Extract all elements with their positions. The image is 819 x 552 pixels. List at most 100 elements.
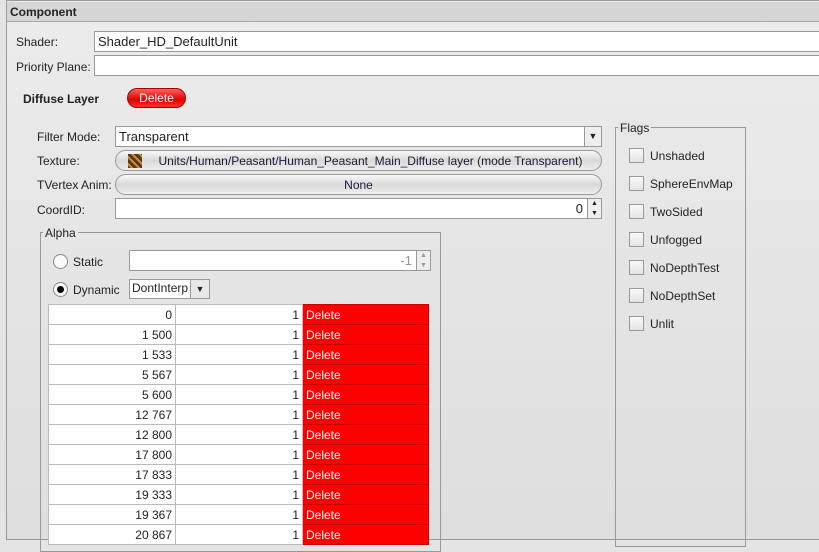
- table-row: 19 367 1 Delete: [48, 504, 429, 525]
- layer-title: Diffuse Layer: [23, 92, 100, 106]
- value-cell[interactable]: 1: [175, 324, 303, 345]
- value-cell[interactable]: 1: [175, 424, 303, 445]
- value-cell[interactable]: 1: [175, 464, 303, 485]
- table-row: 5 600 1 Delete: [48, 384, 429, 405]
- flags-title: Flags: [618, 121, 652, 135]
- checkbox[interactable]: [629, 316, 644, 331]
- delete-row-button[interactable]: Delete: [302, 384, 429, 405]
- flag-label: NoDepthSet: [650, 288, 716, 303]
- flag-label: Unfogged: [650, 232, 703, 247]
- flag-label: NoDepthTest: [650, 260, 720, 275]
- coordid-spinner[interactable]: 0 ▲ ▼: [115, 198, 602, 219]
- flag-label: Unlit: [650, 316, 675, 331]
- flag-label: TwoSided: [650, 204, 703, 219]
- texture-label: Texture:: [37, 154, 80, 168]
- time-cell[interactable]: 5 600: [48, 384, 176, 405]
- time-cell[interactable]: 17 800: [48, 444, 176, 465]
- interp-value: DontInterp: [132, 281, 189, 295]
- alpha-keyframe-table: 0 1 Delete 1 500 1 Delete 1 533 1 Delete 5 567 1 De…: [48, 304, 429, 545]
- static-radio[interactable]: [53, 254, 68, 269]
- coordid-value: 0: [575, 201, 583, 216]
- checkbox[interactable]: [629, 204, 644, 219]
- delete-row-button[interactable]: Delete: [302, 524, 429, 545]
- time-cell[interactable]: 5 567: [48, 364, 176, 385]
- delete-row-button[interactable]: Delete: [302, 304, 429, 325]
- table-row: 1 500 1 Delete: [48, 324, 429, 345]
- table-row: 0 1 Delete: [48, 304, 429, 325]
- value-cell[interactable]: 1: [175, 364, 303, 385]
- flag-nodepthtest[interactable]: NoDepthTest: [629, 260, 719, 275]
- time-cell[interactable]: 0: [48, 304, 176, 325]
- filter-mode-select[interactable]: Transparent ▼: [115, 126, 602, 147]
- flag-sphereenvmap[interactable]: SphereEnvMap: [629, 176, 733, 191]
- table-row: 5 567 1 Delete: [48, 364, 429, 385]
- table-row: 20 867 1 Delete: [48, 524, 429, 545]
- time-cell[interactable]: 19 367: [48, 504, 176, 525]
- delete-row-button[interactable]: Delete: [302, 404, 429, 425]
- flag-nodepthset[interactable]: NoDepthSet: [629, 288, 715, 303]
- value-cell[interactable]: 1: [175, 384, 303, 405]
- value-cell[interactable]: 1: [175, 344, 303, 365]
- delete-layer-button[interactable]: Delete: [127, 88, 186, 108]
- texture-thumbnail-icon: [128, 154, 142, 168]
- delete-row-button[interactable]: Delete: [302, 324, 429, 345]
- table-row: 19 333 1 Delete: [48, 484, 429, 505]
- chevron-down-icon[interactable]: ▼: [584, 127, 601, 146]
- time-cell[interactable]: 12 800: [48, 424, 176, 445]
- value-cell[interactable]: 1: [175, 404, 303, 425]
- checkbox[interactable]: [629, 176, 644, 191]
- checkbox[interactable]: [629, 232, 644, 247]
- shader-label: Shader:: [16, 35, 59, 49]
- checkbox[interactable]: [629, 288, 644, 303]
- delete-row-button[interactable]: Delete: [302, 484, 429, 505]
- filter-mode-value: Transparent: [119, 129, 189, 144]
- static-value: -1: [400, 253, 412, 268]
- flag-label: SphereEnvMap: [650, 176, 733, 191]
- value-cell[interactable]: 1: [175, 484, 303, 505]
- time-cell[interactable]: 17 833: [48, 464, 176, 485]
- value-cell[interactable]: 1: [175, 444, 303, 465]
- time-cell[interactable]: 1 500: [48, 324, 176, 345]
- chevron-down-icon[interactable]: ▼: [190, 280, 209, 298]
- spinner-arrows-icon[interactable]: ▲ ▼: [587, 199, 601, 218]
- delete-row-button[interactable]: Delete: [302, 444, 429, 465]
- spinner-arrows-icon[interactable]: ▲ ▼: [416, 251, 430, 270]
- shader-input[interactable]: Shader_HD_DefaultUnit: [94, 31, 819, 52]
- static-spinner[interactable]: -1 ▲ ▼: [129, 250, 431, 271]
- delete-row-button[interactable]: Delete: [302, 344, 429, 365]
- alpha-title: Alpha: [43, 226, 78, 240]
- filter-mode-label: Filter Mode:: [37, 130, 101, 144]
- time-cell[interactable]: 1 533: [48, 344, 176, 365]
- texture-value: Units/Human/Peasant/Human_Peasant_Main_D…: [158, 154, 583, 168]
- flag-unshaded[interactable]: Unshaded: [629, 148, 705, 163]
- dynamic-label: Dynamic: [73, 283, 120, 297]
- table-row: 1 533 1 Delete: [48, 344, 429, 365]
- delete-row-button[interactable]: Delete: [302, 424, 429, 445]
- checkbox[interactable]: [629, 260, 644, 275]
- flag-unlit[interactable]: Unlit: [629, 316, 674, 331]
- texture-button[interactable]: Units/Human/Peasant/Human_Peasant_Main_D…: [115, 150, 602, 171]
- flag-unfogged[interactable]: Unfogged: [629, 232, 702, 247]
- tvertex-button[interactable]: None: [115, 174, 602, 195]
- coordid-label: CoordID:: [37, 203, 86, 217]
- static-label: Static: [73, 255, 104, 269]
- time-cell[interactable]: 19 333: [48, 484, 176, 505]
- dynamic-radio[interactable]: [53, 282, 68, 297]
- value-cell[interactable]: 1: [175, 304, 303, 325]
- table-row: 12 800 1 Delete: [48, 424, 429, 445]
- value-cell[interactable]: 1: [175, 524, 303, 545]
- time-cell[interactable]: 20 867: [48, 524, 176, 545]
- flag-twosided[interactable]: TwoSided: [629, 204, 703, 219]
- value-cell[interactable]: 1: [175, 504, 303, 525]
- table-row: 12 767 1 Delete: [48, 404, 429, 425]
- priority-plane-input[interactable]: [94, 55, 819, 76]
- table-row: 17 800 1 Delete: [48, 444, 429, 465]
- time-cell[interactable]: 12 767: [48, 404, 176, 425]
- delete-row-button[interactable]: Delete: [302, 464, 429, 485]
- interp-select[interactable]: DontInterp ▼: [129, 279, 210, 299]
- tvertex-label: TVertex Anim:: [37, 178, 112, 192]
- flag-label: Unshaded: [650, 148, 705, 163]
- delete-row-button[interactable]: Delete: [302, 364, 429, 385]
- delete-row-button[interactable]: Delete: [302, 504, 429, 525]
- checkbox[interactable]: [629, 148, 644, 163]
